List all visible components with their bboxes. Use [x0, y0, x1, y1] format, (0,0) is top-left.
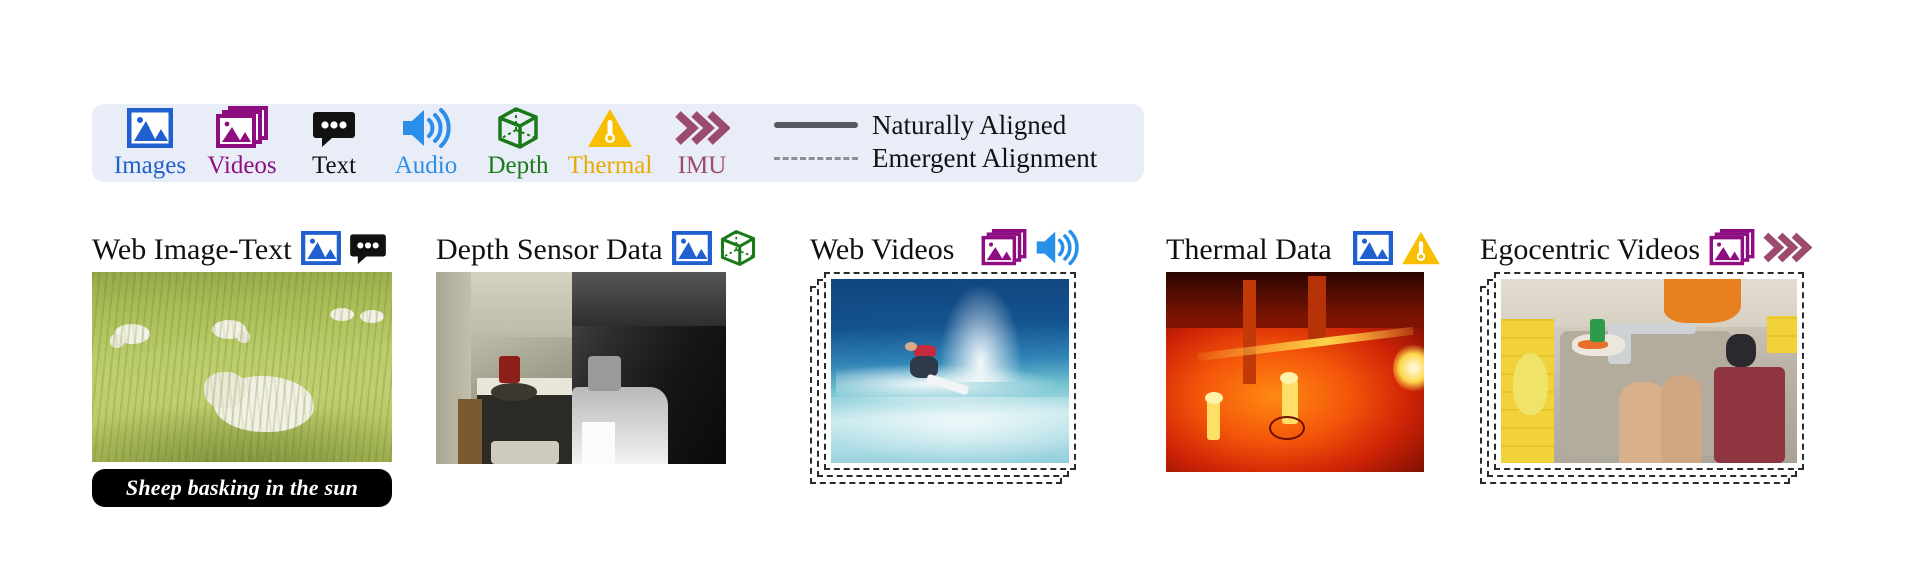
chevrons-icon	[674, 106, 730, 150]
legend-key-list: Naturally Aligned Emergent Alignment	[774, 104, 1097, 173]
panel-header-depth-sensor-data: Depth Sensor Data	[436, 228, 757, 272]
cube-icon	[719, 229, 757, 272]
legend-key-label-natural: Naturally Aligned	[872, 110, 1067, 140]
legend-key-naturally-aligned: Naturally Aligned	[774, 110, 1097, 140]
panel-title-thermal-data: Thermal Data	[1166, 233, 1332, 266]
panel-thermal-data: Thermal Data	[1166, 228, 1442, 472]
panel-title-egocentric-videos: Egocentric Videos	[1480, 233, 1701, 266]
speech-bubble-icon	[311, 106, 357, 150]
depth-rgb-half	[436, 272, 573, 464]
panel-header-thermal-data: Thermal Data	[1166, 228, 1442, 272]
panel-egocentric-videos: Egocentric Videos	[1480, 228, 1813, 490]
legend-key-label-emergent: Emergent Alignment	[872, 143, 1098, 173]
panel-title-web-videos: Web Videos	[810, 233, 955, 266]
media-surfer-wave-video	[810, 272, 1082, 490]
media-kitchen-sink-egocentric-video	[1480, 272, 1810, 490]
image-icon	[671, 230, 712, 270]
image-icon	[127, 106, 173, 150]
video-stack-icon	[1709, 228, 1755, 272]
modality-imu: IMU	[656, 104, 748, 181]
image-caption-pill: Sheep basking in the sun	[92, 469, 392, 507]
media-sheep-field-photo: Sheep basking in the sun	[92, 272, 392, 507]
modality-text: Text	[288, 104, 380, 181]
panel-icons-web-image-text	[300, 230, 388, 270]
panel-icons-egocentric-videos	[1709, 228, 1813, 272]
modality-legend-bar: Images Videos Text Audio Depth Thermal I…	[92, 104, 1144, 182]
panel-depth-sensor-data: Depth Sensor Data	[436, 228, 757, 464]
modality-label-imu: IMU	[677, 152, 727, 179]
modality-list: Images Videos Text Audio Depth Thermal I…	[92, 104, 748, 181]
panel-web-videos: Web Videos	[810, 228, 1082, 490]
sheep-field-image	[92, 272, 392, 462]
chevrons-icon	[1762, 229, 1813, 271]
speaker-icon	[400, 106, 452, 150]
surfer-frame-image	[831, 279, 1069, 463]
modality-label-depth: Depth	[487, 152, 549, 179]
panel-header-web-image-text: Web Image-Text	[92, 228, 392, 272]
image-icon	[1352, 230, 1393, 270]
modality-label-thermal: Thermal	[567, 152, 653, 179]
depth-grayscale-half	[572, 272, 726, 464]
panel-header-web-videos: Web Videos	[810, 228, 1082, 272]
modality-label-audio: Audio	[394, 152, 458, 179]
solid-line-swatch	[774, 122, 858, 128]
panel-icons-depth-sensor-data	[671, 229, 757, 272]
media-kitchen-rgb-depth-split	[436, 272, 726, 464]
ego-sheet-front	[1494, 272, 1804, 470]
media-thermal-street-scene	[1166, 272, 1424, 472]
figure-canvas: Images Videos Text Audio Depth Thermal I…	[0, 0, 1912, 588]
video-sheet-front	[824, 272, 1076, 470]
panel-icons-thermal-data	[1352, 230, 1442, 271]
modality-label-images: Images	[113, 152, 187, 179]
egocentric-frame-image	[1501, 279, 1797, 463]
modality-label-videos: Videos	[207, 152, 277, 179]
thermometer-triangle-icon	[1400, 230, 1442, 271]
thermometer-triangle-icon	[586, 106, 634, 150]
video-stack-icon	[216, 106, 268, 150]
panel-title-web-image-text: Web Image-Text	[92, 233, 292, 266]
modality-label-text: Text	[311, 152, 357, 179]
panel-title-depth-sensor-data: Depth Sensor Data	[436, 233, 663, 266]
panel-icons-web-videos	[981, 228, 1080, 272]
panel-header-egocentric-videos: Egocentric Videos	[1480, 228, 1813, 272]
speech-bubble-icon	[348, 231, 388, 270]
modality-depth: Depth	[472, 104, 564, 181]
image-icon	[300, 230, 341, 270]
modality-thermal: Thermal	[564, 104, 656, 181]
legend-key-emergent-alignment: Emergent Alignment	[774, 143, 1097, 173]
modality-images: Images	[104, 104, 196, 181]
panel-web-image-text: Web Image-Text Sheep basking in the sun	[92, 228, 392, 507]
video-stack-icon	[981, 228, 1027, 272]
modality-videos: Videos	[196, 104, 288, 181]
modality-audio: Audio	[380, 104, 472, 181]
cube-icon	[496, 106, 540, 150]
speaker-icon	[1034, 229, 1080, 271]
dashed-line-swatch	[774, 156, 858, 160]
